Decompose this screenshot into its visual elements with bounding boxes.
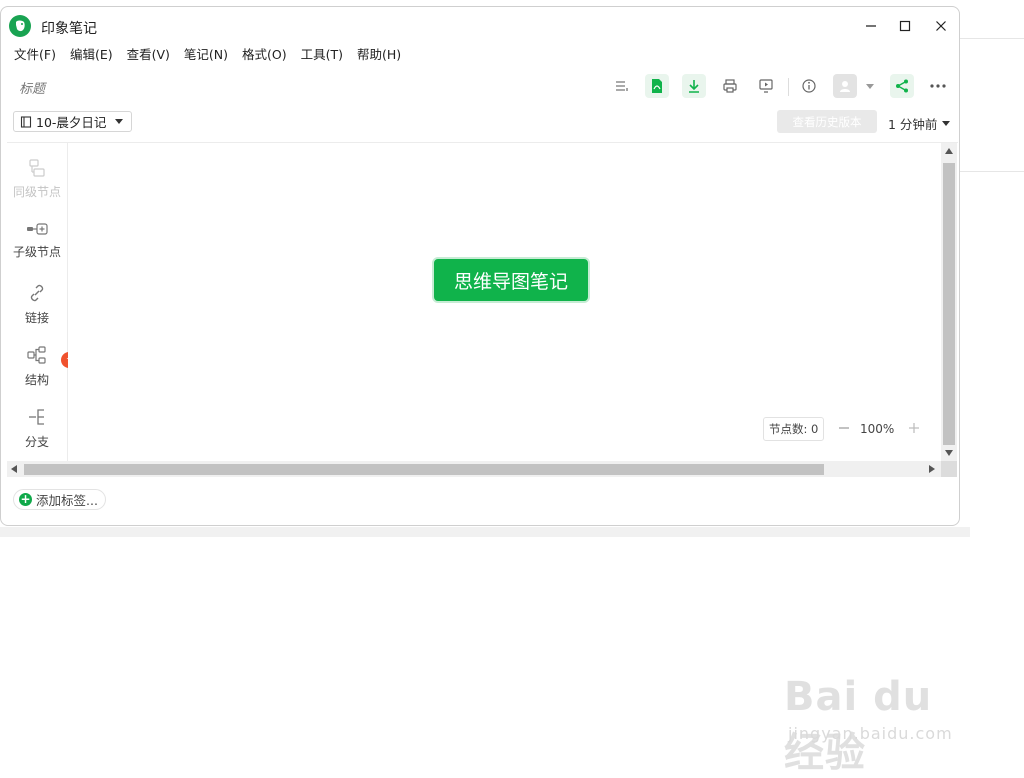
mindmap-editor: 同级节点 子级节点 链接 结构 分支 ★ 限免 思维导图笔记 bbox=[7, 142, 958, 478]
minimize-button[interactable] bbox=[853, 11, 889, 41]
horizontal-scroll-thumb[interactable] bbox=[24, 464, 824, 475]
zoom-out-button[interactable] bbox=[835, 418, 853, 438]
maximize-button[interactable] bbox=[887, 11, 923, 41]
app-window: 印象笔记 文件(F) 编辑(E) 查看(V) 笔记(N) 格式(O) 工具(T)… bbox=[0, 6, 960, 526]
outline-icon[interactable] bbox=[609, 74, 633, 98]
structure-button[interactable]: 结构 bbox=[7, 337, 67, 395]
node-count: 节点数: 0 bbox=[763, 417, 825, 441]
last-updated-time: 1 分钟前 bbox=[888, 117, 938, 132]
background-divider bbox=[960, 171, 1024, 172]
menu-tools[interactable]: 工具(T) bbox=[294, 45, 350, 65]
mindmap-canvas[interactable]: 思维导图笔记 节点数: 0 100% bbox=[68, 143, 941, 461]
scroll-down-icon[interactable] bbox=[945, 450, 953, 456]
zoom-level: 100% bbox=[860, 422, 895, 436]
pdf-export-icon[interactable] bbox=[645, 74, 669, 98]
structure-label: 结构 bbox=[24, 373, 49, 387]
chevron-down-icon bbox=[942, 121, 951, 126]
window-shadow bbox=[0, 527, 970, 537]
info-icon[interactable] bbox=[797, 74, 821, 98]
watermark-sub: jingyan.baidu.com bbox=[788, 724, 953, 743]
toolbar-divider bbox=[788, 78, 789, 96]
chevron-down-icon bbox=[115, 119, 124, 124]
view-history-button[interactable]: 查看历史版本 bbox=[777, 110, 877, 133]
notebook-icon bbox=[20, 115, 32, 128]
child-node-icon bbox=[27, 223, 48, 235]
scroll-up-icon[interactable] bbox=[945, 148, 953, 154]
share-user-dropdown-icon[interactable] bbox=[861, 74, 879, 98]
child-node-label: 子级节点 bbox=[12, 245, 61, 259]
scroll-left-icon[interactable] bbox=[11, 465, 17, 473]
baidu-watermark: Bai du 经验 jingyan.baidu.com bbox=[784, 656, 984, 776]
scroll-right-icon[interactable] bbox=[929, 465, 935, 473]
horizontal-scrollbar[interactable] bbox=[7, 461, 941, 477]
structure-icon bbox=[27, 346, 46, 364]
menu-format[interactable]: 格式(O) bbox=[235, 45, 294, 65]
menu-view[interactable]: 查看(V) bbox=[120, 45, 177, 65]
scrollbar-corner bbox=[941, 461, 957, 477]
vertical-scrollbar[interactable] bbox=[941, 143, 957, 461]
menu-note[interactable]: 笔记(N) bbox=[177, 45, 235, 65]
add-tag-button[interactable]: + 添加标签... bbox=[13, 489, 106, 510]
background-divider bbox=[960, 38, 1024, 39]
share-icon[interactable] bbox=[890, 74, 914, 98]
menu-bar: 文件(F) 编辑(E) 查看(V) 笔记(N) 格式(O) 工具(T) 帮助(H… bbox=[7, 45, 408, 65]
branch-button[interactable]: 分支 bbox=[7, 399, 67, 457]
print-icon[interactable] bbox=[718, 74, 742, 98]
menu-file[interactable]: 文件(F) bbox=[7, 45, 63, 65]
more-icon[interactable] bbox=[926, 74, 950, 98]
app-title: 印象笔记 bbox=[41, 21, 97, 37]
notebook-name: 10-晨夕日记 bbox=[36, 115, 107, 130]
share-user-icon[interactable] bbox=[833, 74, 857, 98]
add-link-button[interactable]: 链接 bbox=[7, 275, 67, 333]
note-toolbar: 标题 bbox=[1, 69, 959, 103]
menu-edit[interactable]: 编辑(E) bbox=[63, 45, 120, 65]
add-icon: + bbox=[19, 492, 32, 506]
branch-icon bbox=[29, 409, 44, 425]
branch-label: 分支 bbox=[24, 435, 49, 449]
link-label: 链接 bbox=[24, 311, 49, 325]
plus-icon bbox=[909, 423, 919, 433]
add-sibling-node-button[interactable]: 同级节点 bbox=[7, 151, 67, 209]
sibling-node-label: 同级节点 bbox=[12, 185, 61, 199]
title-bar: 印象笔记 bbox=[1, 7, 959, 45]
minus-icon bbox=[839, 427, 849, 429]
evernote-logo-icon bbox=[9, 15, 31, 37]
add-tag-label: 添加标签... bbox=[36, 493, 98, 508]
last-updated-dropdown[interactable]: 1 分钟前 bbox=[888, 114, 951, 133]
zoom-in-button[interactable] bbox=[905, 418, 923, 438]
menu-help[interactable]: 帮助(H) bbox=[350, 45, 408, 65]
root-node[interactable]: 思维导图笔记 bbox=[432, 257, 590, 303]
notebook-selector[interactable]: 10-晨夕日记 bbox=[13, 111, 133, 132]
vertical-scroll-thumb[interactable] bbox=[943, 163, 955, 445]
close-button[interactable] bbox=[923, 11, 959, 41]
add-child-node-button[interactable]: 子级节点 bbox=[7, 213, 67, 271]
download-icon[interactable] bbox=[682, 74, 706, 98]
note-title-input[interactable]: 标题 bbox=[19, 78, 45, 97]
mindmap-side-panel: 同级节点 子级节点 链接 结构 分支 bbox=[7, 143, 68, 461]
sibling-node-icon bbox=[29, 159, 45, 177]
link-icon bbox=[30, 284, 44, 302]
present-icon[interactable] bbox=[754, 74, 778, 98]
